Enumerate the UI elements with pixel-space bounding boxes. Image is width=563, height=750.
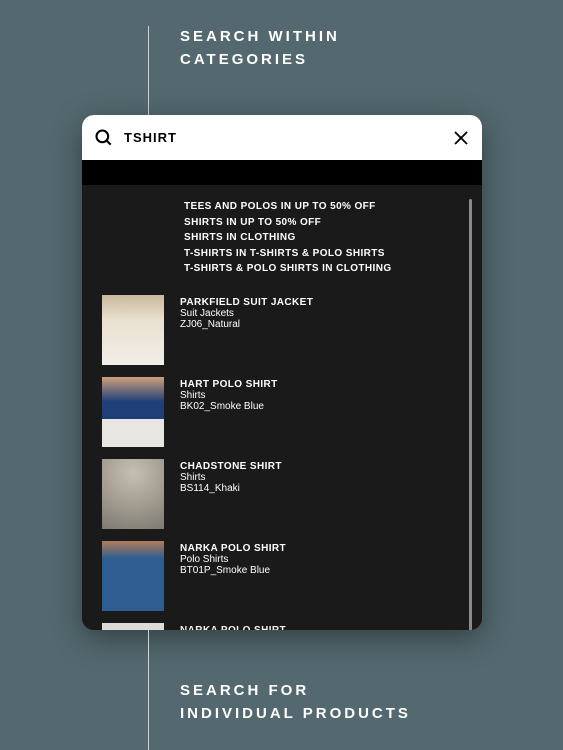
annotation-line-top — [148, 26, 149, 116]
product-suggestions: PARKFIELD SUIT JACKET Suit Jackets ZJ06_… — [102, 295, 452, 631]
search-input[interactable] — [124, 130, 442, 145]
product-title: PARKFIELD SUIT JACKET — [180, 297, 313, 308]
product-thumbnail — [102, 377, 164, 447]
product-meta: CHADSTONE SHIRT Shirts BS114_Khaki — [180, 459, 282, 494]
product-item[interactable]: HART POLO SHIRT Shirts BK02_Smoke Blue — [102, 377, 452, 447]
header-gap — [82, 160, 482, 185]
product-title: HART POLO SHIRT — [180, 379, 278, 390]
product-item[interactable]: PARKFIELD SUIT JACKET Suit Jackets ZJ06_… — [102, 295, 452, 365]
product-item[interactable]: NARKA POLO SHIRT Polo Shirts BT01P_Smoke… — [102, 541, 452, 611]
product-subtitle: Shirts — [180, 390, 278, 401]
product-sku: ZJ06_Natural — [180, 319, 313, 330]
product-thumbnail — [102, 541, 164, 611]
scrollbar[interactable] — [469, 199, 472, 630]
category-item[interactable]: T-SHIRTS IN T-SHIRTS & POLO SHIRTS — [184, 246, 452, 262]
product-sku: BS114_Khaki — [180, 483, 282, 494]
product-subtitle: Suit Jackets — [180, 308, 313, 319]
product-meta: NARKA POLO SHIRT — [180, 623, 286, 631]
category-item[interactable]: SHIRTS IN UP TO 50% OFF — [184, 215, 452, 231]
product-subtitle: Polo Shirts — [180, 554, 286, 565]
product-sku: BK02_Smoke Blue — [180, 401, 278, 412]
close-icon[interactable] — [452, 129, 470, 147]
product-thumbnail — [102, 623, 164, 631]
search-icon — [94, 128, 114, 148]
product-title: NARKA POLO SHIRT — [180, 543, 286, 554]
product-meta: PARKFIELD SUIT JACKET Suit Jackets ZJ06_… — [180, 295, 313, 330]
product-title: NARKA POLO SHIRT — [180, 625, 286, 631]
product-meta: HART POLO SHIRT Shirts BK02_Smoke Blue — [180, 377, 278, 412]
product-sku: BT01P_Smoke Blue — [180, 565, 286, 576]
product-thumbnail — [102, 295, 164, 365]
search-bar — [82, 115, 482, 160]
product-subtitle: Shirts — [180, 472, 282, 483]
product-thumbnail — [102, 459, 164, 529]
product-meta: NARKA POLO SHIRT Polo Shirts BT01P_Smoke… — [180, 541, 286, 576]
product-title: CHADSTONE SHIRT — [180, 461, 282, 472]
product-item[interactable]: NARKA POLO SHIRT — [102, 623, 452, 631]
category-item[interactable]: SHIRTS IN CLOTHING — [184, 230, 452, 246]
product-item[interactable]: CHADSTONE SHIRT Shirts BS114_Khaki — [102, 459, 452, 529]
results-container: TEES AND POLOS IN UP TO 50% OFF SHIRTS I… — [82, 185, 482, 630]
category-item[interactable]: TEES AND POLOS IN UP TO 50% OFF — [184, 199, 452, 215]
annotation-top: SEARCH WITHINCATEGORIES — [180, 26, 340, 71]
category-item[interactable]: T-SHIRTS & POLO SHIRTS IN CLOTHING — [184, 261, 452, 277]
annotation-bottom: SEARCH FORINDIVIDUAL PRODUCTS — [180, 680, 411, 725]
category-suggestions: TEES AND POLOS IN UP TO 50% OFF SHIRTS I… — [102, 199, 452, 277]
annotation-line-bottom — [148, 630, 149, 750]
search-panel: TEES AND POLOS IN UP TO 50% OFF SHIRTS I… — [82, 115, 482, 630]
